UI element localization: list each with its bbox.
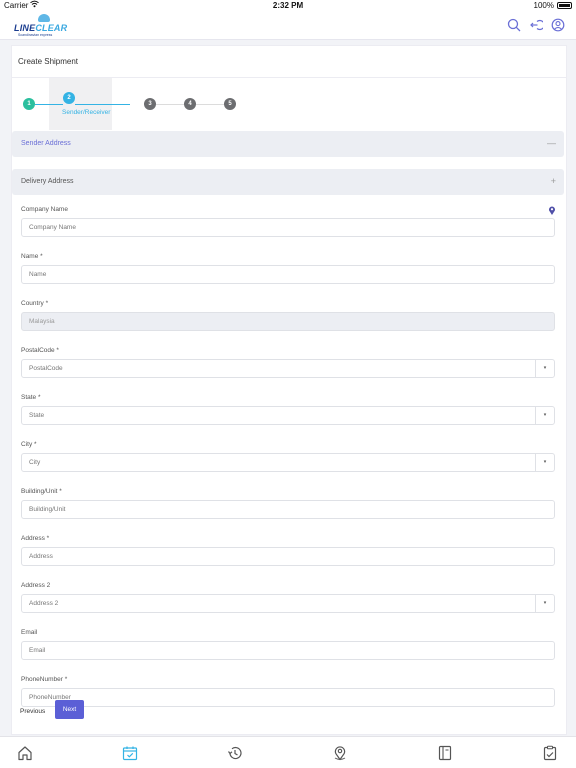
address-input[interactable]: Address xyxy=(21,547,555,566)
section-title: Delivery Address xyxy=(21,178,74,185)
app-header: LINECLEAR Scandinavian express xyxy=(0,12,576,40)
calendar-check-icon[interactable] xyxy=(122,745,138,761)
building-unit-label: Building/Unit * xyxy=(21,488,62,495)
postal-code-label: PostalCode * xyxy=(21,347,59,354)
logo-wordmark: LINECLEAR xyxy=(14,23,68,33)
address-2-select[interactable]: Address 2 ▾ xyxy=(21,594,555,613)
chevron-down-icon[interactable]: ▾ xyxy=(535,360,554,377)
expand-icon[interactable]: + xyxy=(551,176,556,186)
email-input[interactable]: Email xyxy=(21,641,555,660)
step-5[interactable]: 5 xyxy=(224,98,236,110)
status-bar: Carrier 2:32 PM 100% xyxy=(0,0,576,12)
collapse-icon[interactable]: — xyxy=(547,138,556,148)
state-label: State * xyxy=(21,394,41,401)
lineclear-logo[interactable]: LINECLEAR Scandinavian express xyxy=(12,14,82,38)
country-field: Malaysia xyxy=(21,312,555,331)
step-4[interactable]: 4 xyxy=(184,98,196,110)
step-3[interactable]: 3 xyxy=(144,98,156,110)
state-placeholder: State xyxy=(29,412,45,419)
city-label: City * xyxy=(21,441,37,448)
next-button[interactable]: Next xyxy=(55,700,84,719)
email-label: Email xyxy=(21,629,38,636)
home-icon[interactable] xyxy=(17,745,33,761)
battery-percent: 100% xyxy=(533,1,554,10)
history-icon[interactable] xyxy=(227,745,243,761)
company-name-label: Company Name xyxy=(21,206,68,213)
chevron-down-icon[interactable]: ▾ xyxy=(535,595,554,612)
postal-code-placeholder: PostalCode xyxy=(29,365,63,372)
building-unit-input[interactable]: Building/Unit xyxy=(21,500,555,519)
chevron-down-icon[interactable]: ▾ xyxy=(535,454,554,471)
step-connector xyxy=(75,104,130,105)
address-label: Address * xyxy=(21,535,50,542)
bottom-tab-bar xyxy=(0,736,576,768)
cloud-icon xyxy=(38,14,50,22)
chevron-down-icon[interactable]: ▾ xyxy=(535,407,554,424)
step-connector xyxy=(196,104,224,105)
clipboard-icon[interactable] xyxy=(542,745,558,761)
phone-number-input[interactable]: PhoneNumber xyxy=(21,688,555,707)
name-label: Name * xyxy=(21,253,43,260)
clock: 2:32 PM xyxy=(272,1,304,10)
delivery-address-section[interactable]: Delivery Address + xyxy=(12,169,564,195)
sender-address-section[interactable]: Sender Address — xyxy=(12,131,564,157)
state-select[interactable]: State ▾ xyxy=(21,406,555,425)
company-name-input[interactable]: Company Name xyxy=(21,218,555,237)
name-input[interactable]: Name xyxy=(21,265,555,284)
step-connector xyxy=(35,104,63,105)
step-connector xyxy=(156,104,184,105)
step-1[interactable]: 1 xyxy=(23,98,35,110)
location-pin-icon[interactable] xyxy=(332,745,348,761)
page-title: Create Shipment xyxy=(18,57,79,66)
address-2-placeholder: Address 2 xyxy=(29,600,59,607)
search-icon[interactable] xyxy=(507,18,521,32)
country-label: Country * xyxy=(21,300,49,307)
address-2-label: Address 2 xyxy=(21,582,51,589)
step-2-label: Sender/Receiver xyxy=(62,109,111,116)
step-2[interactable]: 2 xyxy=(63,92,75,104)
location-pin-icon[interactable] xyxy=(548,206,556,215)
city-placeholder: City xyxy=(29,459,41,466)
phone-number-label: PhoneNumber * xyxy=(21,676,68,683)
user-icon[interactable] xyxy=(551,18,565,32)
document-icon[interactable] xyxy=(437,745,453,761)
battery-icon xyxy=(557,2,572,9)
city-select[interactable]: City ▾ xyxy=(21,453,555,472)
logout-icon[interactable] xyxy=(529,18,543,32)
postal-code-select[interactable]: PostalCode ▾ xyxy=(21,359,555,378)
previous-button[interactable]: Previous xyxy=(20,708,45,715)
create-shipment-card: Create Shipment 1 2 Sender/Receiver 3 4 … xyxy=(11,45,567,735)
section-title: Sender Address xyxy=(21,140,71,147)
logo-tagline: Scandinavian express xyxy=(18,33,53,37)
